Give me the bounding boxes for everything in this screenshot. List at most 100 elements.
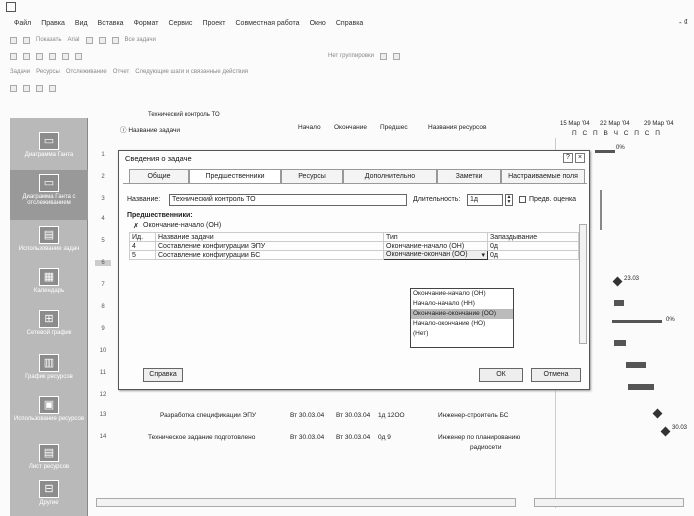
menu-file[interactable]: Файл bbox=[14, 20, 31, 27]
bold-icon[interactable] bbox=[85, 36, 93, 44]
milestone-diamond[interactable] bbox=[660, 426, 671, 437]
row-number[interactable]: 3 bbox=[95, 196, 111, 202]
menu-help[interactable]: Справка bbox=[336, 20, 363, 27]
view-resource-usage[interactable]: ▣ Использование ресурсов bbox=[10, 392, 88, 442]
view-more[interactable]: ⊟ Другие bbox=[10, 476, 88, 516]
gantt-task-bar[interactable] bbox=[628, 384, 654, 390]
chevron-down-icon[interactable]: ▾ bbox=[481, 251, 485, 259]
row-number[interactable]: 1 bbox=[95, 152, 111, 158]
ok-button[interactable]: ОК bbox=[479, 368, 523, 382]
zoom-out-icon[interactable] bbox=[393, 52, 401, 60]
grouping-dropdown[interactable]: Нет группировки bbox=[328, 53, 374, 59]
filter-dropdown[interactable]: Все задачи bbox=[125, 37, 156, 43]
dropdown-option[interactable]: (Нет) bbox=[411, 329, 513, 339]
zoom-in-icon[interactable] bbox=[380, 52, 388, 60]
link-icon[interactable] bbox=[62, 52, 69, 60]
cancel-button[interactable]: Отмена bbox=[531, 368, 581, 382]
col-pred-header[interactable]: Предшес bbox=[380, 124, 408, 131]
row-lag[interactable]: 0д bbox=[487, 241, 579, 251]
duration-spinner[interactable]: ▲ ▼ bbox=[505, 194, 513, 206]
task13-finish[interactable]: Вт 30.03.04 bbox=[336, 412, 370, 419]
table-row[interactable]: 5 Составление конфигурации БС Окончание-… bbox=[129, 250, 579, 260]
gantt-summary-bar[interactable] bbox=[595, 150, 615, 153]
guide-tracking[interactable]: Отслеживание bbox=[66, 69, 107, 75]
row-id[interactable]: 4 bbox=[129, 241, 156, 251]
menu-project[interactable]: Проект bbox=[202, 20, 225, 27]
guide-next-steps[interactable]: Следующие шаги и связанные действия bbox=[135, 69, 248, 75]
tab-notes[interactable]: Заметки bbox=[437, 169, 501, 183]
row-type[interactable]: Окончание-начало (ОН) bbox=[383, 241, 488, 251]
row-number[interactable]: 13 bbox=[95, 412, 111, 418]
menu-insert[interactable]: Вставка bbox=[98, 20, 124, 27]
guide-resources[interactable]: Ресурсы bbox=[36, 69, 60, 75]
row-number[interactable]: 2 bbox=[95, 174, 111, 180]
gantt-icon[interactable] bbox=[49, 84, 56, 92]
gantt-task-bar[interactable] bbox=[614, 300, 624, 306]
task13-pred[interactable]: 1д 12ОО bbox=[378, 412, 405, 419]
view-network[interactable]: ⊞ Сетевой график bbox=[10, 306, 88, 356]
table-row[interactable]: 4 Составление конфигурации ЭПУ Окончание… bbox=[129, 241, 579, 251]
print-icon[interactable] bbox=[49, 52, 56, 60]
estimate-checkbox[interactable] bbox=[519, 196, 526, 203]
dropdown-option[interactable]: Начало-начало (НН) bbox=[411, 299, 513, 309]
task14-name[interactable]: Техническое задание подготовлено bbox=[148, 434, 255, 441]
dropdown-option-selected[interactable]: Окончание-окончание (ОО) bbox=[411, 309, 513, 319]
tab-custom-fields[interactable]: Настраиваемые поля bbox=[501, 169, 585, 183]
view-tracking-gantt[interactable]: ▭ Диаграмма Ганта с отслеживанием bbox=[10, 170, 88, 220]
indent-icon[interactable] bbox=[10, 84, 17, 92]
table-icon[interactable] bbox=[36, 84, 43, 92]
dropdown-option[interactable]: Начало-окончание (НО) bbox=[411, 319, 513, 329]
task13-start[interactable]: Вт 30.03.04 bbox=[290, 412, 324, 419]
col-name-header[interactable]: ⓘ Название задачи bbox=[120, 124, 180, 134]
col-start-header[interactable]: Начало bbox=[298, 124, 321, 131]
row-number[interactable]: 6 bbox=[95, 260, 111, 266]
task-name-input[interactable]: Технический контроль ТО bbox=[169, 194, 407, 206]
cancel-edit-icon[interactable]: ✗ bbox=[133, 222, 139, 230]
menu-window[interactable]: Окно bbox=[310, 20, 326, 27]
gantt-task-bar[interactable] bbox=[626, 362, 646, 368]
row-task-name[interactable]: Составление конфигурации ЭПУ bbox=[155, 241, 384, 251]
guide-tasks[interactable]: Задачи bbox=[10, 69, 30, 75]
row-number[interactable]: 9 bbox=[95, 326, 111, 332]
open-icon[interactable] bbox=[23, 52, 30, 60]
underline-icon[interactable] bbox=[111, 36, 119, 44]
task14-finish[interactable]: Вт 30.03.04 bbox=[336, 434, 370, 441]
unlink-icon[interactable] bbox=[75, 52, 82, 60]
entry-bar[interactable]: Технический контроль ТО bbox=[148, 112, 220, 118]
outdent-icon[interactable] bbox=[23, 84, 30, 92]
col-resources-header[interactable]: Названия ресурсов bbox=[428, 124, 486, 131]
task13-resource[interactable]: Инженер-строитель БС bbox=[438, 412, 508, 419]
gantt-task-bar[interactable] bbox=[614, 340, 626, 346]
menu-collaborate[interactable]: Совместная работа bbox=[236, 20, 300, 27]
menu-format[interactable]: Формат bbox=[134, 20, 159, 27]
save-icon[interactable] bbox=[36, 52, 43, 60]
font-dropdown[interactable]: Arial bbox=[68, 37, 80, 43]
task14-pred[interactable]: 0д 9 bbox=[378, 434, 391, 441]
forward-icon[interactable] bbox=[23, 36, 30, 44]
row-lag[interactable]: 0д bbox=[487, 250, 579, 260]
row-number[interactable]: 12 bbox=[95, 392, 111, 398]
row-task-name[interactable]: Составление конфигурации БС bbox=[155, 250, 384, 260]
guide-report[interactable]: Отчет bbox=[113, 69, 129, 75]
tab-advanced[interactable]: Дополнительно bbox=[343, 169, 437, 183]
edit-bar-value[interactable]: Окончание-начало (ОН) bbox=[143, 222, 221, 229]
row-number[interactable]: 11 bbox=[95, 370, 111, 376]
task14-resource[interactable]: Инженер по планированию bbox=[438, 434, 520, 441]
milestone-diamond[interactable] bbox=[612, 276, 623, 287]
menu-edit[interactable]: Правка bbox=[41, 20, 65, 27]
close-icon[interactable]: × bbox=[575, 153, 585, 163]
tab-general[interactable]: Общие bbox=[129, 169, 189, 183]
gantt-summary-bar[interactable] bbox=[612, 320, 662, 323]
tab-resources[interactable]: Ресурсы bbox=[281, 169, 343, 183]
row-number[interactable]: 5 bbox=[95, 238, 111, 244]
italic-icon[interactable] bbox=[98, 36, 106, 44]
row-number[interactable]: 14 bbox=[95, 434, 111, 440]
row-type-select[interactable]: Окончание-окончан (ОО) ▾ bbox=[383, 250, 488, 260]
task14-start[interactable]: Вт 30.03.04 bbox=[290, 434, 324, 441]
row-number[interactable]: 4 bbox=[95, 216, 111, 222]
show-dropdown[interactable]: Показать bbox=[36, 37, 62, 43]
back-icon[interactable] bbox=[10, 36, 17, 44]
row-number[interactable]: 7 bbox=[95, 282, 111, 288]
new-icon[interactable] bbox=[10, 52, 17, 60]
row-number[interactable]: 8 bbox=[95, 304, 111, 310]
